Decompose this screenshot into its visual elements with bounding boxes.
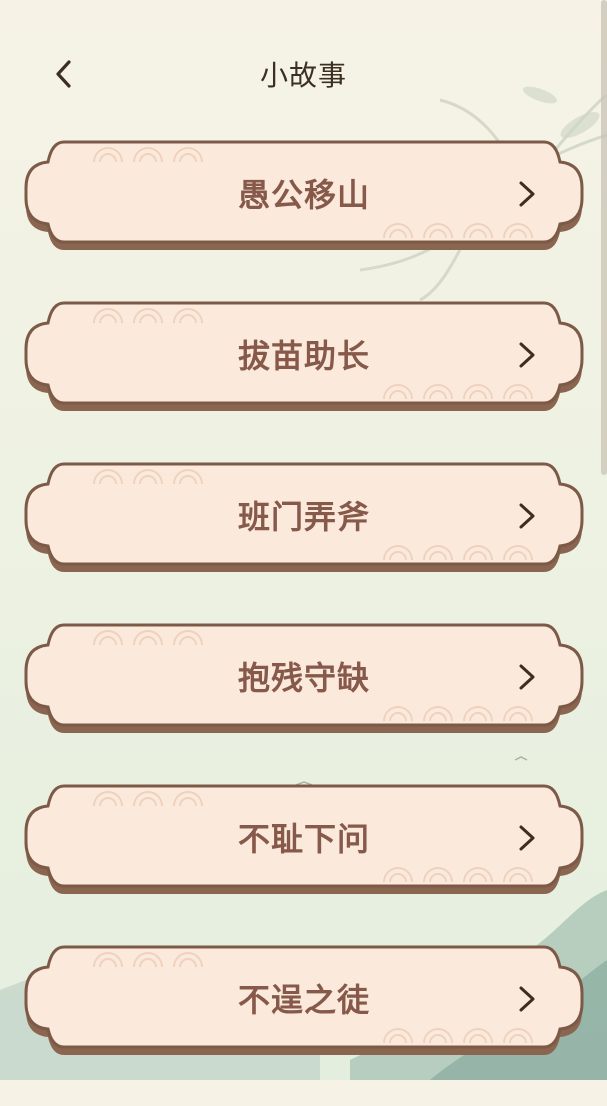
story-title: 抱残守缺 [237,659,370,697]
story-card-5[interactable]: 不耻下问 [24,784,584,896]
story-title: 愚公移山 [237,176,370,214]
story-card-3[interactable]: 班门弄斧 [24,462,584,574]
story-title: 不耻下问 [237,820,370,858]
page-title: 小故事 [259,59,347,92]
chevron-right-icon [519,664,535,690]
story-title: 班门弄斧 [237,498,370,536]
chevron-right-icon [519,342,535,368]
story-card-4[interactable]: 抱残守缺 [24,623,584,735]
chevron-right-icon [519,181,535,207]
chevron-right-icon [519,825,535,851]
story-list: 愚公移山 拔苗助长 班门弄斧 抱残守缺 不耻下问 不逞之徒 [24,140,584,1106]
story-title: 不逞之徒 [237,981,370,1019]
chevron-right-icon [519,986,535,1012]
story-card-1[interactable]: 愚公移山 [24,140,584,252]
chevron-right-icon [519,503,535,529]
story-card-2[interactable]: 拔苗助长 [24,301,584,413]
story-card-6[interactable]: 不逞之徒 [24,945,584,1057]
story-title: 拔苗助长 [237,337,370,375]
header: 小故事 [0,40,607,104]
